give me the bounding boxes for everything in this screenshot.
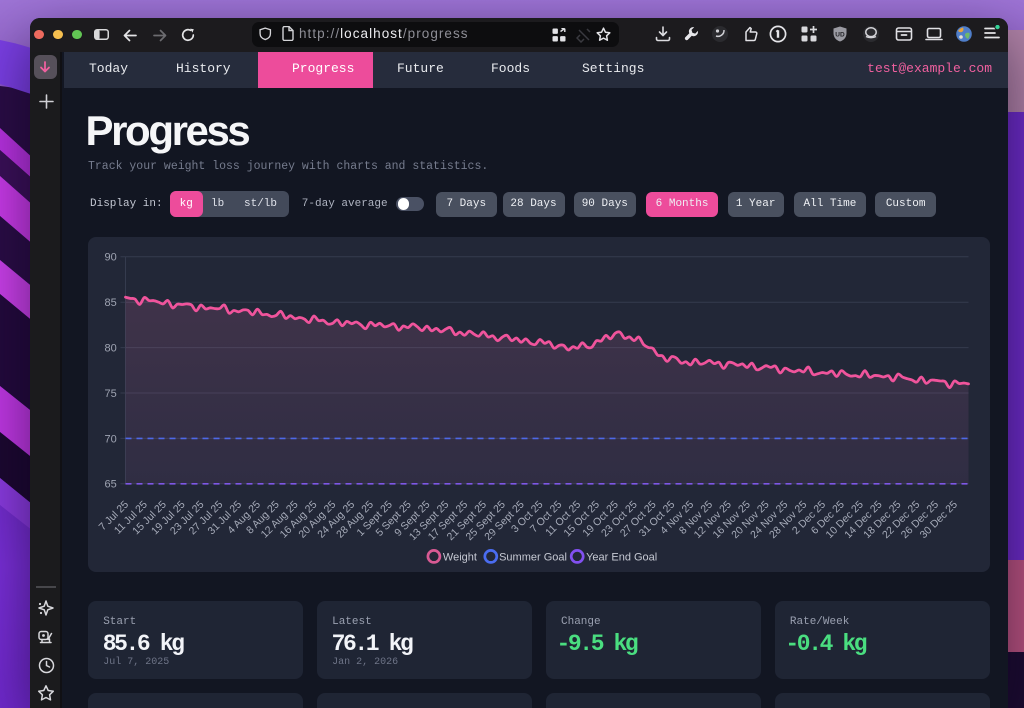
svg-text:90: 90 bbox=[105, 251, 117, 263]
svg-text:UD: UD bbox=[835, 32, 845, 39]
svg-text:Year End Goal: Year End Goal bbox=[586, 551, 657, 563]
svg-text:Weight: Weight bbox=[443, 551, 477, 563]
svg-text:75: 75 bbox=[105, 387, 117, 399]
svg-text:Summer Goal: Summer Goal bbox=[499, 551, 567, 563]
svg-text:85: 85 bbox=[105, 297, 117, 309]
svg-text:70: 70 bbox=[105, 433, 117, 445]
svg-text:80: 80 bbox=[105, 342, 117, 354]
svg-text:65: 65 bbox=[105, 478, 117, 490]
